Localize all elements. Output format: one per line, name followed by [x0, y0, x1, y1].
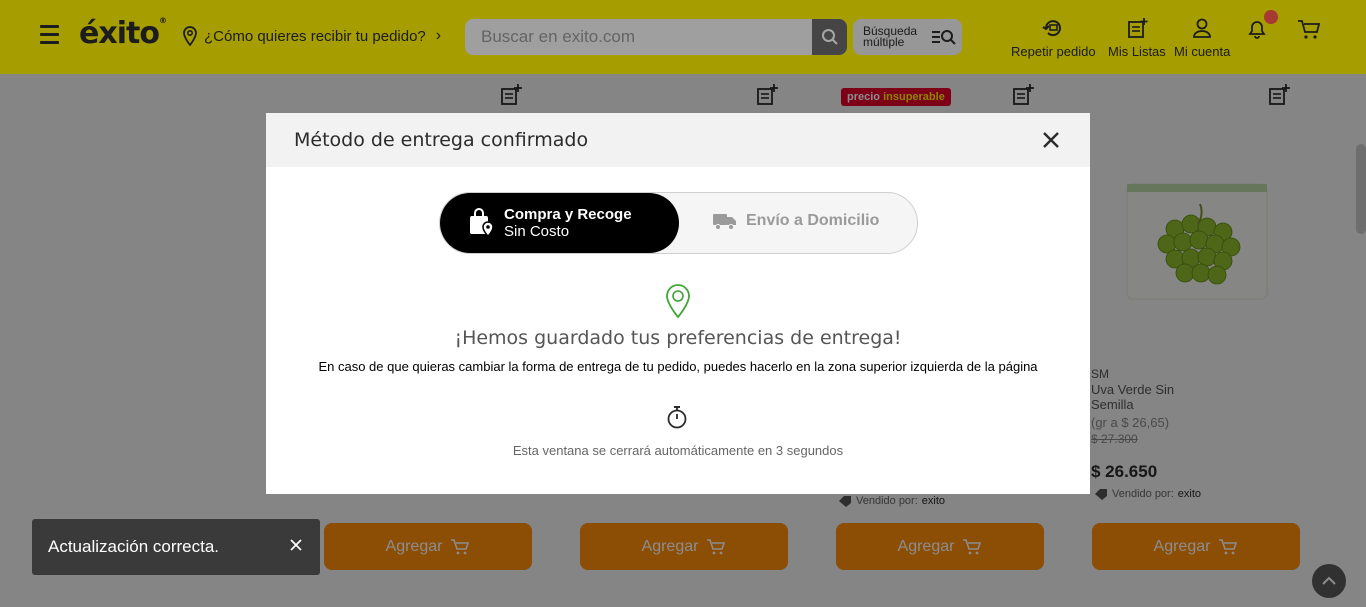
success-toast: Actualización correcta. — [32, 519, 320, 575]
store-pickup-icon — [470, 208, 494, 238]
home-delivery-label: Envío a Domicilio — [746, 212, 880, 229]
home-delivery-option[interactable]: Envío a Domicilio — [712, 211, 879, 231]
stopwatch-icon — [667, 406, 687, 429]
modal-header: Método de entrega confirmado — [266, 113, 1090, 167]
pickup-option-subtitle: Sin Costo — [504, 223, 570, 240]
pickup-option-title: Compra y Recoge — [504, 206, 632, 223]
confirmation-message: En caso de que quieras cambiar la forma … — [318, 359, 1038, 374]
truck-icon — [713, 214, 736, 230]
toast-message: Actualización correcta. — [48, 537, 220, 556]
close-icon[interactable] — [290, 539, 302, 551]
close-icon[interactable] — [1040, 129, 1062, 151]
pickup-option[interactable]: Compra y Recoge Sin Costo — [440, 193, 679, 253]
location-pin-icon — [666, 284, 690, 319]
auto-close-notice: Esta ventana se cerrará automáticamente … — [512, 443, 844, 458]
modal-title: Método de entrega confirmado — [294, 129, 589, 151]
header-dim-overlay — [0, 0, 1366, 74]
delivery-confirmation-modal: Método de entrega confirmado Compra y Re… — [266, 113, 1090, 494]
delivery-method-toggle: Compra y Recoge Sin Costo Envío a Domici… — [439, 192, 918, 254]
confirmation-heading: ¡Hemos guardado tus preferencias de entr… — [454, 327, 902, 349]
